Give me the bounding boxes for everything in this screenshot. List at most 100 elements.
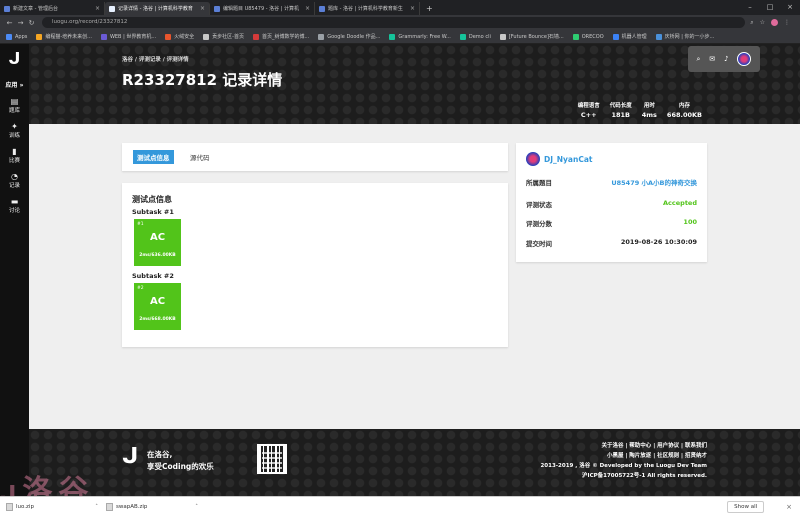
bookmark-item[interactable]: 编程猫-培养未来创... <box>36 33 92 40</box>
tab-test-cases[interactable]: 测试点信息 <box>133 150 174 164</box>
bookmark-item[interactable]: 首页_树博数学的博... <box>252 33 309 40</box>
zoom-icon[interactable]: ⌕ <box>750 19 753 27</box>
tab-close-icon[interactable]: × <box>305 5 310 12</box>
luogu-logo-icon[interactable]: ᒍ <box>0 49 29 68</box>
submitter: DJ_NyanCat <box>526 152 592 166</box>
bookmark-label: 火绒安全 <box>174 34 195 40</box>
tab-favicon <box>109 5 115 12</box>
avatar[interactable] <box>526 152 540 166</box>
download-item[interactable]: swapAB.zip ˄ <box>106 502 206 511</box>
minimize-icon[interactable]: – <box>740 0 760 15</box>
bookmark-item[interactable]: Apps <box>6 33 28 40</box>
browser-tab[interactable]: 题库 - 洛谷 | 计算机科学教育新生 × <box>315 2 420 15</box>
qr-code-icon <box>257 444 287 474</box>
bookmark-item[interactable]: Demo cli <box>459 33 491 40</box>
chevron-up-icon[interactable]: ˄ <box>95 504 98 510</box>
footer-links: 关于洛谷 | 帮助中心 | 用户协议 | 联系我们 小黑屋 | 陶片放逐 | 社… <box>540 441 707 481</box>
main-content: 测试点信息 源代码 测试点信息 Subtask #1 #1 AC 2ms/636… <box>29 124 800 429</box>
username-link[interactable]: DJ_NyanCat <box>544 155 592 164</box>
bookmarks-bar: Apps 编程猫-培养未来创... WEB | 世界教育机... 火绒安全 贡步社区-首… <box>0 30 800 44</box>
bookmark-item[interactable]: 机器人管理 <box>612 33 647 40</box>
show-all-button[interactable]: Show all <box>727 500 765 513</box>
bookmark-favicon-icon <box>6 33 12 40</box>
footer-links-line[interactable]: 小黑屋 | 陶片放逐 | 社区规则 | 招贤纳才 <box>540 451 707 461</box>
zip-file-icon <box>106 502 113 511</box>
browser-tab[interactable]: 新建文章 - 管理后台 × <box>0 2 105 15</box>
stat-value: C++ <box>580 111 597 119</box>
stat-code-length: 代码长度 181B <box>610 101 632 119</box>
tab-close-icon[interactable]: × <box>200 5 205 12</box>
tab-close-icon[interactable]: × <box>410 5 415 12</box>
record-info-card: DJ_NyanCat 所属题目 U85479 小A小B的神奇交换 评测状态 Ac… <box>516 143 707 262</box>
sidebar-apps-toggle[interactable]: 应用 » <box>0 80 29 89</box>
tab-favicon <box>4 5 10 12</box>
tab-source-code[interactable]: 源代码 <box>190 152 210 162</box>
bookmark-item[interactable]: 贡步社区-首页 <box>203 33 244 40</box>
close-icon[interactable]: × <box>786 503 792 511</box>
tab-favicon <box>319 5 325 12</box>
record-tabs: 测试点信息 源代码 <box>122 143 508 171</box>
tab-title: 编辑题目 U85479 - 洛谷 | 计算机 <box>223 6 300 12</box>
reload-icon[interactable]: ↻ <box>26 19 37 27</box>
notification-bell-icon[interactable]: ♪ <box>724 55 728 63</box>
sidebar-item-discuss[interactable]: ▬ 讨论 <box>0 197 29 214</box>
bookmark-item[interactable]: 庆桥网 | 你的一小步... <box>655 33 714 40</box>
menu-icon[interactable]: ⋮ <box>784 19 790 26</box>
breadcrumb[interactable]: 洛谷 / 评测记录 / 评测详情 <box>122 55 189 63</box>
download-item[interactable]: luo.zip ˄ <box>6 502 106 511</box>
stat-value: 668.00KB <box>666 111 702 119</box>
bookmark-item[interactable]: Google Doodle 作品... <box>318 33 380 40</box>
avatar[interactable] <box>737 52 752 66</box>
browser-tab[interactable]: 编辑题目 U85479 - 洛谷 | 计算机 × <box>210 2 315 15</box>
close-window-icon[interactable]: × <box>780 0 800 15</box>
sidebar-item-contests[interactable]: ▮ 比赛 <box>0 147 29 164</box>
footer-links-line[interactable]: 关于洛谷 | 帮助中心 | 用户协议 | 联系我们 <box>540 441 707 451</box>
records-icon: ◔ <box>11 172 18 181</box>
bookmark-label: 机器人管理 <box>621 34 647 40</box>
maximize-icon[interactable]: □ <box>760 0 780 15</box>
sidebar-item-label: 题库 <box>8 108 20 114</box>
browser-tab-active[interactable]: 记录详情 - 洛谷 | 计算机科学教育 × <box>105 2 210 15</box>
bookmark-item[interactable]: [Future Bounce]石墙... <box>499 33 564 40</box>
test-case-box[interactable]: #1 AC 2ms/636.00KB <box>134 219 181 266</box>
forward-icon[interactable]: → <box>15 19 26 27</box>
footer-slogan: 在洛谷, 享受Coding的欢乐 <box>147 449 214 473</box>
sidebar-item-problems[interactable]: ▤ 题库 <box>0 97 29 114</box>
bookmark-item[interactable]: Grammarly: Free W... <box>389 33 451 40</box>
test-cases-card: 测试点信息 Subtask #1 #1 AC 2ms/636.00KB Subt… <box>122 183 508 347</box>
test-case-box[interactable]: #2 AC 2ms/668.00KB <box>134 283 181 330</box>
bookmark-favicon-icon <box>203 33 210 40</box>
chevron-up-icon[interactable]: ˄ <box>195 504 198 510</box>
bookmark-item[interactable]: WEB | 世界教育机... <box>100 33 156 40</box>
tab-close-icon[interactable]: × <box>95 5 100 12</box>
bookmark-favicon-icon <box>499 33 506 40</box>
bookmark-label: Grammarly: Free W... <box>398 33 451 40</box>
window-controls: – □ × <box>740 0 800 15</box>
back-icon[interactable]: ← <box>4 19 15 27</box>
bookmark-item[interactable]: 火绒安全 <box>165 33 194 40</box>
sidebar-item-records[interactable]: ◔ 记录 <box>0 172 29 189</box>
search-icon[interactable]: ⌕ <box>696 55 700 64</box>
browser-tabbar: 新建文章 - 管理后台 × 记录详情 - 洛谷 | 计算机科学教育 × 编辑题目 U… <box>0 0 800 15</box>
footer-logo-icon: ᒍ <box>122 444 139 469</box>
slogan-line: 在洛谷, <box>147 450 173 459</box>
bookmark-favicon-icon <box>252 33 259 40</box>
copyright: 2013-2019 , 洛谷 © Developed by the Luogu … <box>540 463 707 469</box>
bookmark-label: Apps <box>15 33 28 40</box>
extension-icon[interactable] <box>771 19 778 26</box>
test-case-status: AC <box>149 232 166 243</box>
url-input[interactable]: luogu.org/record/23327812 <box>42 17 746 28</box>
stat-value: 4ms <box>641 111 657 119</box>
bookmark-star-icon[interactable]: ☆ <box>760 19 765 26</box>
info-label: 所属题目 <box>526 179 552 187</box>
bookmark-favicon-icon <box>318 33 325 40</box>
sidebar-item-training[interactable]: ✦ 训练 <box>0 122 29 139</box>
problem-link[interactable]: U85479 小A小B的神奇交换 <box>611 177 697 187</box>
new-tab-icon[interactable]: + <box>420 2 439 15</box>
mail-icon[interactable]: ✉ <box>709 55 715 63</box>
test-cases-title: 测试点信息 <box>132 195 172 204</box>
discuss-icon: ▬ <box>10 197 19 206</box>
icp-notice[interactable]: 沪ICP备17005722号-1 All rights reserved. <box>540 471 707 481</box>
score-value: 100 <box>683 218 697 226</box>
bookmark-item[interactable]: ORECOO <box>572 33 604 40</box>
